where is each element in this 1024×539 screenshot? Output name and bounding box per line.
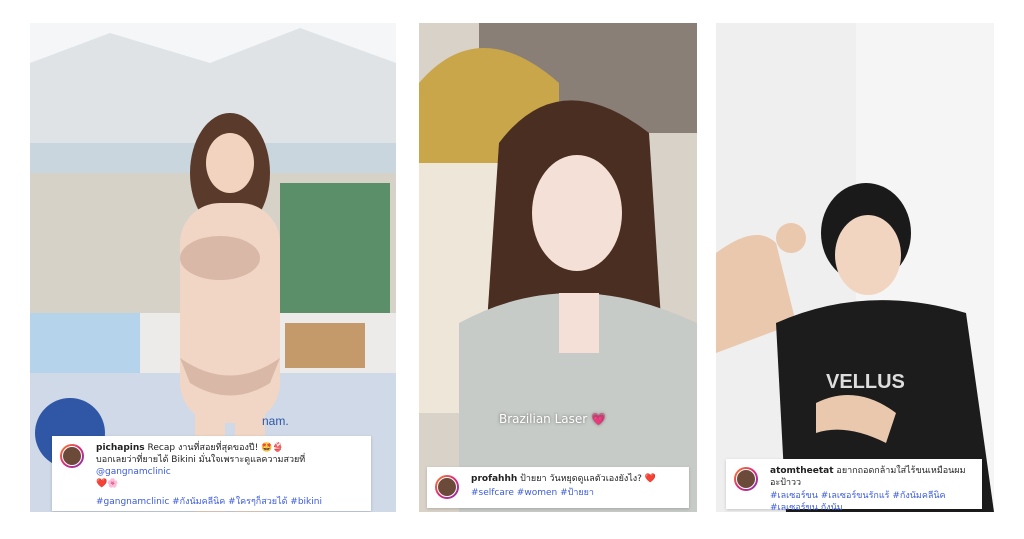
caption-emoji: ❤️ (644, 474, 657, 484)
post-photo-3: VELLUS (716, 23, 994, 512)
hashtags[interactable]: #selfcare #women #ป้ายยา (471, 487, 681, 499)
shirt-print-text: VELLUS (826, 371, 905, 393)
post-card-3[interactable]: VELLUS atomtheetat อยากถอดกล้ามใส่ไร้ขนเ… (716, 23, 994, 512)
caption-emoji: ❤️🌸 (96, 479, 119, 489)
username[interactable]: atomtheetat (770, 466, 834, 476)
hashtags[interactable]: #เลเซอร์ขน #เลเซอร์ขนรักแร้ #กังนัมคลีนิ… (770, 490, 974, 512)
caption-line-2: บอกเลยว่าที่ยายได้ Bikini มั่นใจเพราะดูแ… (96, 455, 306, 465)
avatar[interactable] (435, 475, 459, 499)
overlay-label: Brazilian Laser 💗 (499, 412, 606, 426)
post-caption-3: atomtheetat อยากถอดกล้ามใส่ไร้ขนเหมือนผม… (726, 459, 982, 512)
post-photo-2 (419, 23, 697, 512)
post-card-2[interactable]: Brazilian Laser 💗 profahhh ป้ายยา วันหยุ… (419, 23, 697, 512)
username[interactable]: pichapins (96, 443, 145, 453)
mention-link[interactable]: @gangnamclinic (96, 467, 171, 477)
avatar[interactable] (60, 444, 84, 468)
caption-text: pichapins Recap งานที่สอยที่สุดของปี! 🤩👙 (96, 442, 363, 454)
post-caption-1: pichapins Recap งานที่สอยที่สุดของปี! 🤩👙… (52, 436, 371, 511)
post-caption-2: profahhh ป้ายยา วันหยุดดูแลตัวเองยังไง? … (427, 467, 689, 508)
caption-text: atomtheetat อยากถอดกล้ามใส่ไร้ขนเหมือนผม… (770, 465, 974, 489)
photo-sign-text: nam. (262, 414, 289, 428)
caption-line-1: ป้ายยา วันหยุดดูแลตัวเองยังไง? (520, 474, 642, 484)
post-card-1[interactable]: nam. pichapins Recap งานที่สอยที่สุดของป… (30, 23, 396, 512)
caption-line-1: Recap งานที่สอยที่สุดของปี! 🤩👙 (147, 443, 284, 453)
hashtags[interactable]: #gangnamclinic #กังนัมคลีนิค #ใครๆก็สวยไ… (96, 496, 363, 508)
avatar[interactable] (734, 467, 758, 491)
username[interactable]: profahhh (471, 474, 517, 484)
caption-text: profahhh ป้ายยา วันหยุดดูแลตัวเองยังไง? … (471, 473, 681, 485)
caption-line-2-row: บอกเลยว่าที่ยายได้ Bikini มั่นใจเพราะดูแ… (96, 454, 363, 478)
